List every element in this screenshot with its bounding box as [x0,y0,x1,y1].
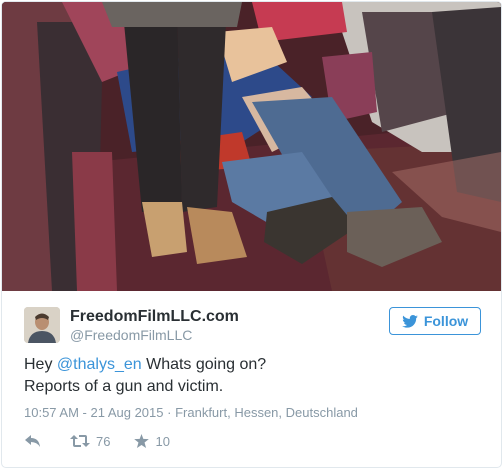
star-icon [134,434,150,448]
display-name[interactable]: FreedomFilmLLC.com [70,308,239,326]
reply-icon [25,435,40,447]
meta-separator: · [167,405,172,420]
twitter-bird-icon [402,314,418,328]
avatar-image [24,307,60,343]
mention-link[interactable]: @thalys_en [57,356,142,373]
tweet-text-rest: Whats going on? [141,356,267,373]
tweet-meta: 10:57 AM - 21 Aug 2015 · Frankfurt, Hess… [24,405,358,420]
tweet-actions: 76 10 [24,431,194,451]
tweet-text-intro: Hey [24,356,57,373]
retweet-icon [70,435,90,447]
location[interactable]: Frankfurt, Hessen, Deutschland [175,405,358,420]
follow-button[interactable]: Follow [389,307,481,335]
tweet-author: FreedomFilmLLC.com @FreedomFilmLLC Follo… [24,305,484,345]
tweet-text-line-1: Hey @thalys_en Whats going on? [24,354,484,376]
train-interior-photo [2,2,501,291]
tweet-text: Hey @thalys_en Whats going on? Reports o… [24,354,484,398]
avatar[interactable] [24,307,60,343]
like-count: 10 [155,433,170,449]
like-button[interactable]: 10 [134,433,170,449]
tweet-card: FreedomFilmLLC.com @FreedomFilmLLC Follo… [1,1,502,468]
follow-label: Follow [423,313,469,329]
retweet-button[interactable]: 76 [70,434,110,449]
reply-button[interactable] [24,434,42,448]
timestamp[interactable]: 10:57 AM - 21 Aug 2015 [24,405,164,420]
retweet-count: 76 [96,433,111,449]
tweet-text-line-2: Reports of a gun and victim. [24,378,224,395]
user-handle[interactable]: @FreedomFilmLLC [70,327,192,343]
tweet-photo[interactable] [2,2,501,291]
